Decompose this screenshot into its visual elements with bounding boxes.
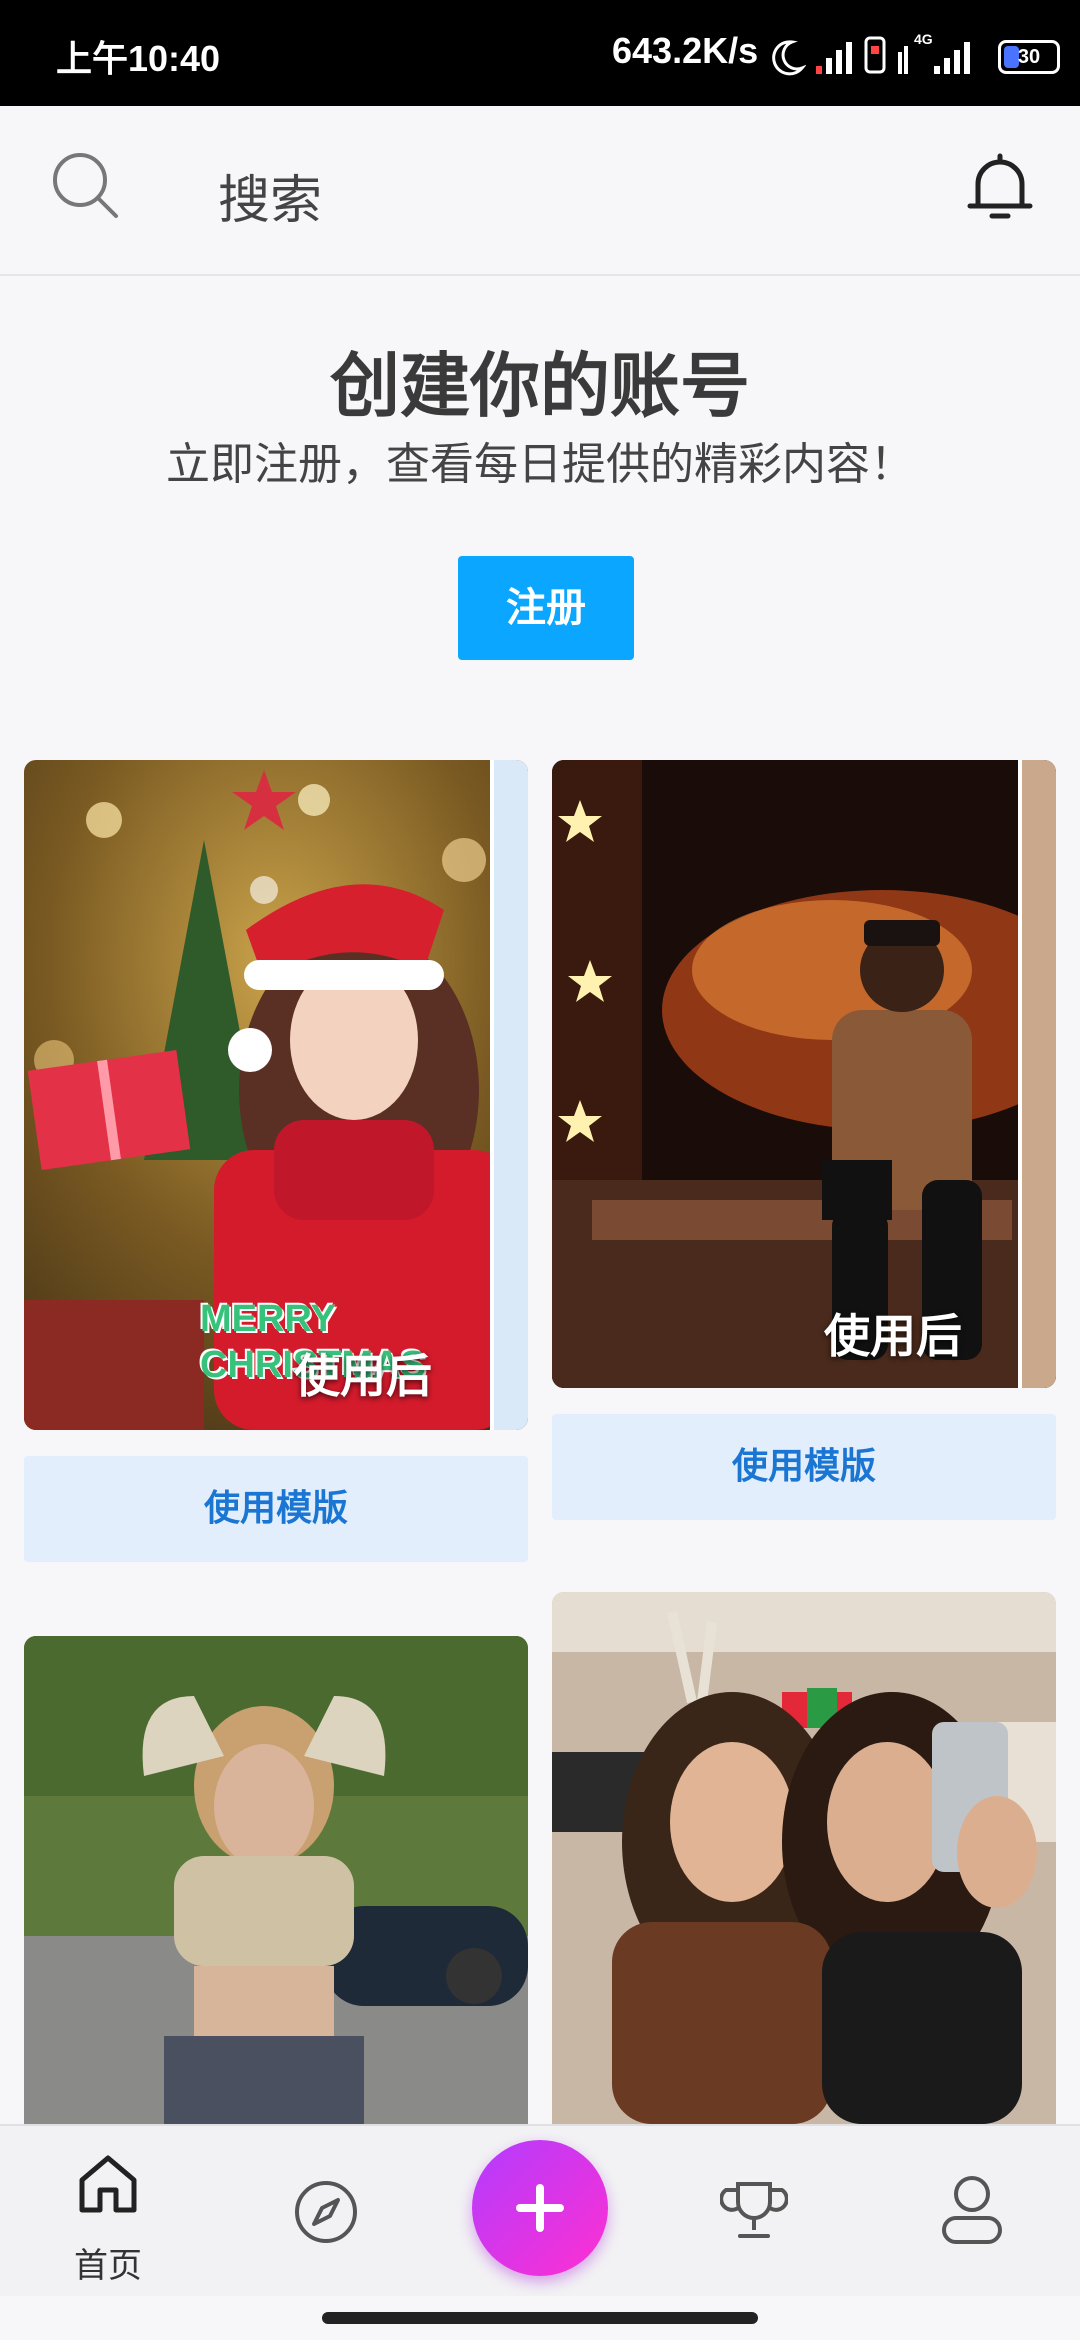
search-icon[interactable] (50, 150, 122, 222)
template-card-image[interactable]: MERRY CHRISTMAS 使用后 (24, 760, 528, 1430)
search-input[interactable]: 搜索 (218, 158, 322, 233)
after-label: 使用后 (294, 1349, 432, 1403)
template-preview-outdoor (24, 1636, 528, 2124)
template-preview-selfie (552, 1592, 1056, 2124)
nav-discover[interactable] (276, 2126, 376, 2296)
status-icons: 4G 30 (770, 24, 1070, 80)
trophy-icon (720, 2182, 788, 2238)
template-card-image[interactable] (552, 1592, 1056, 2124)
nav-ranking[interactable] (704, 2126, 804, 2296)
battery-percent: 30 (1017, 46, 1041, 68)
nav-home[interactable]: 首页 (38, 2126, 178, 2296)
card-divider-strip (1018, 760, 1056, 1388)
home-indicator[interactable] (322, 2312, 758, 2324)
bell-icon[interactable] (964, 150, 1036, 226)
svg-text:4G: 4G (914, 31, 933, 47)
signal-icon (816, 42, 852, 74)
user-icon (942, 2176, 1002, 2244)
battery-icon: 30 (998, 40, 1060, 74)
signup-button[interactable]: 注册 (458, 556, 634, 660)
top-bar: 搜索 (0, 106, 1080, 276)
signal-4g-icon: 4G (898, 31, 970, 74)
compass-icon (295, 2181, 357, 2243)
template-card-image[interactable]: 使用后 (552, 760, 1056, 1388)
use-template-button[interactable]: 使用模版 (24, 1456, 528, 1562)
signup-title: 创建你的账号 (330, 345, 750, 427)
status-bar: 上午10:40 643.2K/s 4G 30 (0, 0, 1080, 106)
moon-icon (772, 40, 806, 76)
nav-profile[interactable] (922, 2126, 1022, 2296)
after-label: 使用后 (824, 1309, 962, 1363)
template-preview-sparkle-bench (552, 760, 1056, 1388)
sim-icon (864, 36, 886, 74)
create-button[interactable] (472, 2140, 608, 2276)
status-net-speed: 643.2K/s (612, 30, 759, 71)
home-icon (79, 2155, 137, 2213)
signup-subtitle: 立即注册，查看每日提供的精彩内容！ (166, 439, 914, 490)
card-divider-strip (490, 760, 528, 1430)
status-time: 上午10:40 (56, 38, 221, 79)
plus-icon (516, 2184, 564, 2232)
use-template-button[interactable]: 使用模版 (552, 1414, 1056, 1520)
template-card-image[interactable] (24, 1636, 528, 2124)
nav-home-label: 首页 (74, 2246, 142, 2286)
